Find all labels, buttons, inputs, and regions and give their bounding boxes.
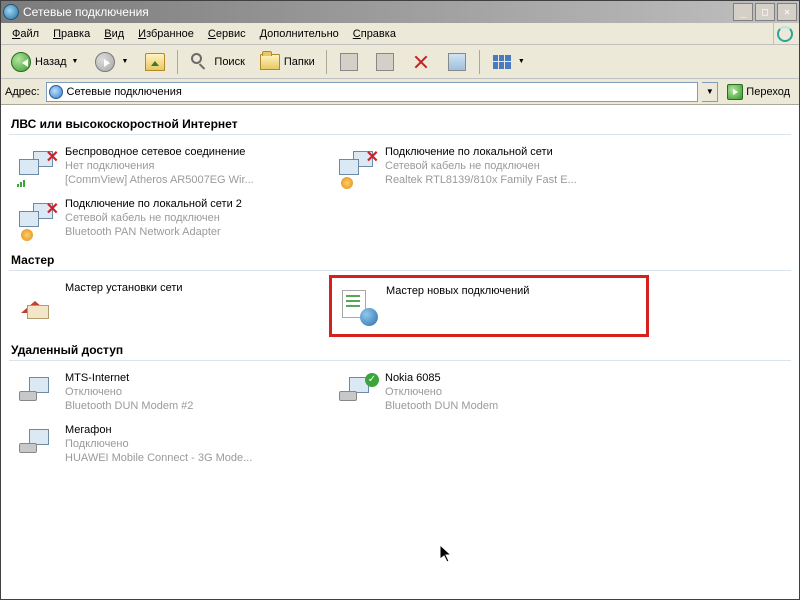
connection-status: Отключено [385,385,498,399]
connection-item[interactable]: ✕ Подключение по локальной сети Сетевой … [329,141,649,193]
new-connection-wizard-icon [336,284,380,328]
connection-item[interactable]: ✓ Nokia 6085 Отключено Bluetooth DUN Mod… [329,367,649,419]
group-header-wizard: Мастер [9,245,791,271]
move-to-icon [338,51,360,73]
app-logo [773,23,795,45]
addressbar-label: Адрес: [5,86,42,98]
connection-status: Подключено [65,437,252,451]
chevron-down-icon[interactable]: ▼ [70,58,81,65]
chevron-down-icon[interactable]: ▼ [119,58,130,65]
search-icon [189,51,211,73]
lan-connection-icon: ✕ [335,145,379,189]
search-button[interactable]: Поиск [184,48,249,76]
folders-button[interactable]: Папки [254,48,320,76]
back-button[interactable]: Назад ▼ [5,48,85,76]
back-label: Назад [35,56,67,68]
delete-button[interactable] [405,48,437,76]
menu-favorites[interactable]: Избранное [131,26,201,42]
connection-status: Нет подключения [65,159,254,173]
remote-items: MTS-Internet Отключено Bluetooth DUN Mod… [9,367,791,471]
lan-connection-icon: ✕ [15,197,59,241]
wizard-item[interactable]: Мастер установки сети [9,277,329,335]
wizard-title: Мастер новых подключений [386,284,529,298]
undo-icon [446,51,468,73]
wizard-item-highlighted[interactable]: Мастер новых подключений [329,275,649,337]
toolbar-separator [177,50,178,74]
menu-help[interactable]: Справка [346,26,403,42]
up-folder-icon [144,51,166,73]
folders-label: Папки [284,56,315,68]
connection-title: Подключение по локальной сети [385,145,577,159]
connection-device: Bluetooth PAN Network Adapter [65,225,242,239]
menu-file[interactable]: Файл [5,26,46,42]
views-icon [491,51,513,73]
window-title: Сетевые подключения [23,5,733,19]
connection-item[interactable]: ✕ Беспроводное сетевое соединение Нет по… [9,141,329,193]
location-icon [49,85,63,99]
address-value: Сетевые подключения [67,86,182,98]
wireless-connection-icon: ✕ [15,145,59,189]
dialup-connection-icon [15,423,59,467]
menu-tools[interactable]: Сервис [201,26,253,42]
connection-title: Подключение по локальной сети 2 [65,197,242,211]
copy-to-icon [374,51,396,73]
forward-icon [94,51,116,73]
content-area: ЛВС или высокоскоростной Интернет ✕ Бесп… [1,105,799,599]
forward-button[interactable]: ▼ [89,48,135,76]
connection-status: Сетевой кабель не подключен [385,159,577,173]
connection-item[interactable]: Мегафон Подключено HUAWEI Mobile Connect… [9,419,329,471]
back-icon [10,51,32,73]
address-input[interactable]: Сетевые подключения [46,82,699,102]
wizard-items: Мастер установки сети Мастер новых подкл… [9,277,791,335]
connection-title: Мегафон [65,423,252,437]
wizard-title: Мастер установки сети [65,281,183,295]
dialup-connection-icon: ✓ [335,371,379,415]
views-button[interactable]: ▼ [486,48,532,76]
connection-item[interactable]: ✕ Подключение по локальной сети 2 Сетево… [9,193,329,245]
window-frame: Сетевые подключения _ □ ✕ Файл Правка Ви… [0,0,800,600]
connection-item[interactable]: MTS-Internet Отключено Bluetooth DUN Mod… [9,367,329,419]
network-setup-wizard-icon [15,281,59,325]
delete-icon [410,51,432,73]
addressbar: Адрес: Сетевые подключения ▼ Переход [1,79,799,105]
titlebar: Сетевые подключения _ □ ✕ [1,1,799,23]
lan-items: ✕ Беспроводное сетевое соединение Нет по… [9,141,791,245]
undo-button[interactable] [441,48,473,76]
toolbar-separator [326,50,327,74]
connection-device: HUAWEI Mobile Connect - 3G Mode... [65,451,252,465]
connection-device: [CommView] Atheros AR5007EG Wir... [65,173,254,187]
connection-status: Сетевой кабель не подключен [65,211,242,225]
group-header-remote: Удаленный доступ [9,335,791,361]
move-to-button[interactable] [333,48,365,76]
close-button[interactable]: ✕ [777,3,797,21]
maximize-button[interactable]: □ [755,3,775,21]
connection-title: MTS-Internet [65,371,193,385]
chevron-down-icon[interactable]: ▼ [516,58,527,65]
folders-icon [259,51,281,73]
menu-advanced[interactable]: Дополнительно [253,26,346,42]
go-label: Переход [746,86,790,98]
copy-to-button[interactable] [369,48,401,76]
menubar: Файл Правка Вид Избранное Сервис Дополни… [1,23,799,45]
group-header-lan: ЛВС или высокоскоростной Интернет [9,109,791,135]
minimize-button[interactable]: _ [733,3,753,21]
connection-device: Bluetooth DUN Modem #2 [65,399,193,413]
menu-edit[interactable]: Правка [46,26,97,42]
connection-device: Bluetooth DUN Modem [385,399,498,413]
toolbar: Назад ▼ ▼ Поиск Папки ▼ [1,45,799,79]
dialup-connection-icon [15,371,59,415]
up-button[interactable] [139,48,171,76]
go-button[interactable]: Переход [722,81,795,103]
connection-device: Realtek RTL8139/810x Family Fast E... [385,173,577,187]
app-icon [3,4,19,20]
address-dropdown[interactable]: ▼ [702,82,718,102]
go-icon [727,84,743,100]
connection-status: Отключено [65,385,193,399]
toolbar-separator [479,50,480,74]
search-label: Поиск [214,56,244,68]
connection-title: Беспроводное сетевое соединение [65,145,254,159]
connection-title: Nokia 6085 [385,371,498,385]
menu-view[interactable]: Вид [97,26,131,42]
